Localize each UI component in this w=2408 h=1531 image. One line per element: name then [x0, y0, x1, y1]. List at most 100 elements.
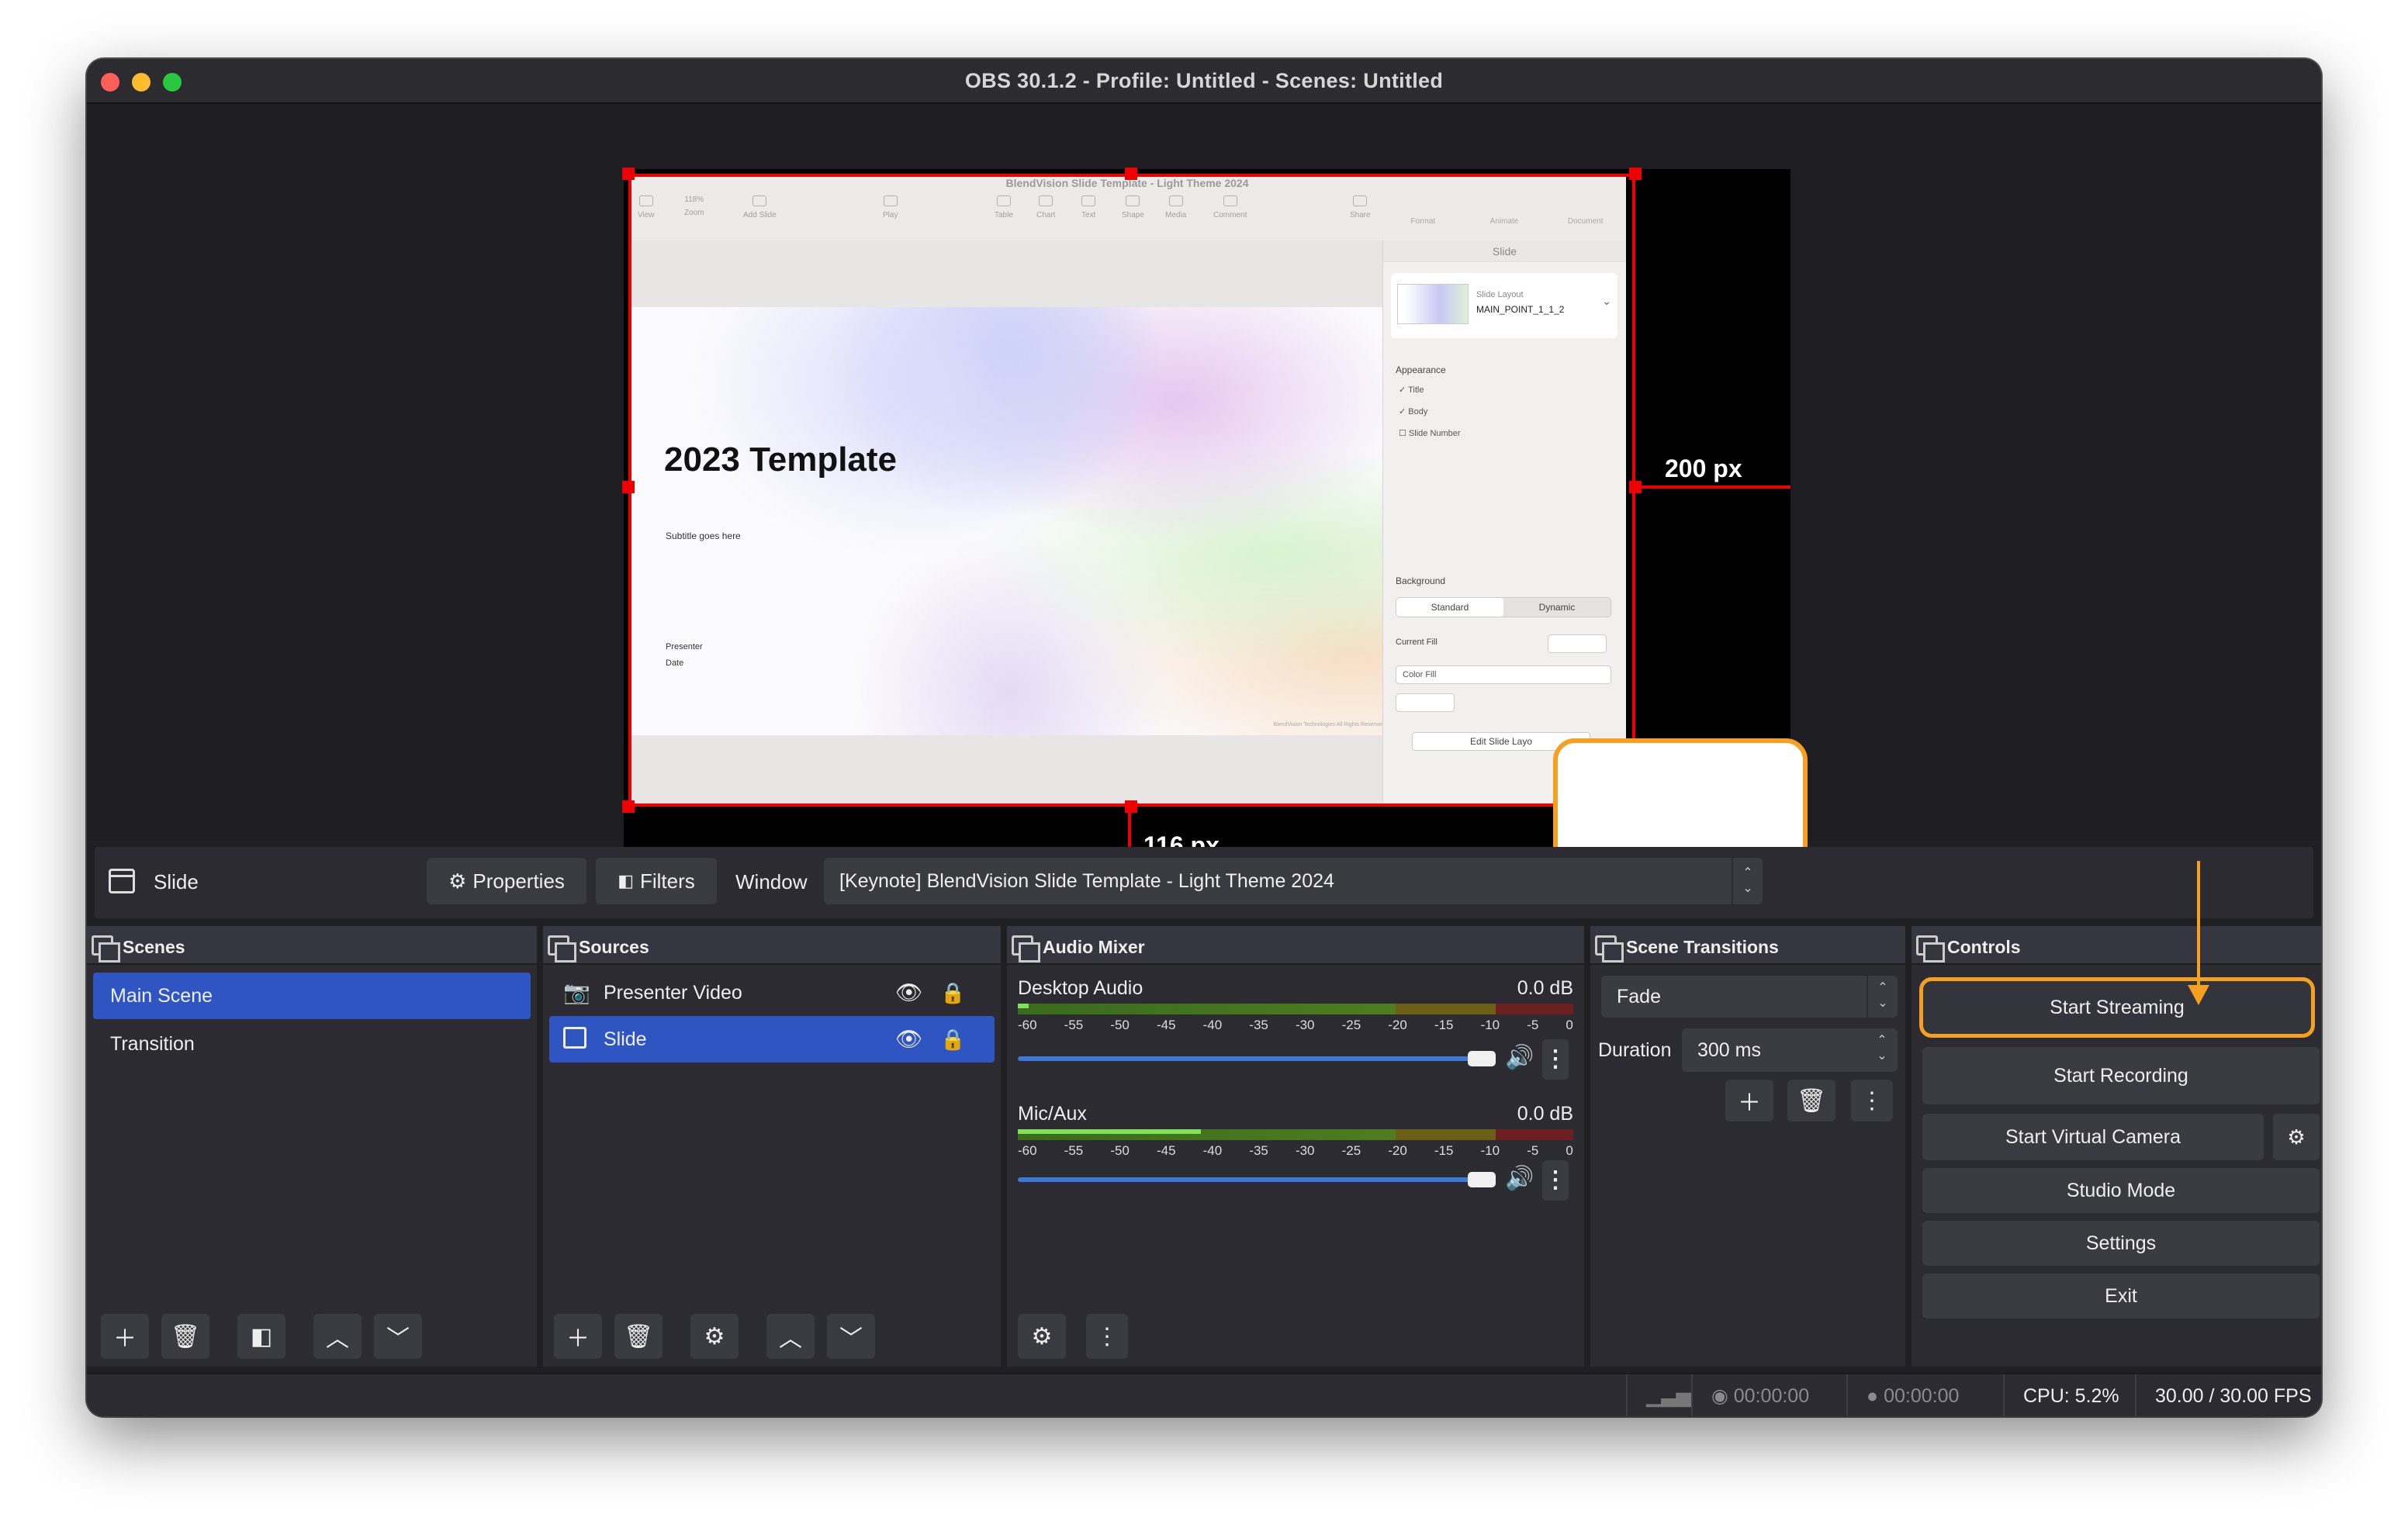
- volume-slider-knob[interactable]: [1468, 1051, 1496, 1066]
- keynote-inspector: Slide Slide Layout MAIN_POINT_1_1_2 ⌄ Ap…: [1382, 240, 1626, 807]
- add-source-button[interactable]: ＋: [554, 1314, 602, 1359]
- volume-slider[interactable]: [1018, 1177, 1485, 1182]
- preview-area[interactable]: BlendVision Slide Template - Light Theme…: [87, 105, 2321, 901]
- move-scene-up-button[interactable]: ︿: [313, 1314, 362, 1359]
- kn-animate-tab: Animate: [1489, 217, 1519, 226]
- move-scene-down-button[interactable]: ﹀: [374, 1314, 422, 1359]
- volume-meter: [1018, 1129, 1573, 1140]
- scene-filters-button[interactable]: ◧: [237, 1314, 285, 1359]
- resize-handle-b[interactable]: [1125, 800, 1137, 813]
- source-item[interactable]: Slide 👁 🔒: [549, 1016, 995, 1063]
- chevron-down-icon: ﹀: [839, 1326, 863, 1352]
- start-virtual-camera-button[interactable]: Start Virtual Camera: [1922, 1114, 2264, 1160]
- background-segment: Standard Dynamic: [1396, 597, 1611, 617]
- channel-menu-button[interactable]: ⋮: [1542, 1039, 1569, 1080]
- dock-icon: [92, 935, 120, 962]
- sources-title: Sources: [579, 937, 649, 957]
- audio-mixer-header: Audio Mixer: [1007, 926, 1584, 965]
- current-fill-box: [1548, 634, 1607, 653]
- window-label: Window: [735, 870, 808, 893]
- close-window-button[interactable]: [101, 73, 119, 92]
- chevron-down-icon: ⌄: [1602, 295, 1611, 307]
- resize-handle-tr[interactable]: [1629, 168, 1642, 180]
- add-scene-button[interactable]: ＋: [101, 1314, 149, 1359]
- mixer-menu-button[interactable]: ⋮: [1086, 1314, 1128, 1359]
- resize-handle-l[interactable]: [622, 481, 635, 493]
- properties-button[interactable]: ⚙ Properties: [427, 858, 586, 904]
- audio-mixer-title: Audio Mixer: [1043, 937, 1145, 957]
- move-source-down-button[interactable]: ﹀: [827, 1314, 875, 1359]
- transition-select[interactable]: Fade ⌃ ⌄: [1601, 976, 1898, 1018]
- obs-window: OBS 30.1.2 - Profile: Untitled - Scenes:…: [87, 59, 2321, 1416]
- slide-copyright: BlendVision Technologies All Rights Rese…: [1273, 722, 1384, 727]
- signal-icon: ▁▃▅: [1626, 1374, 1691, 1416]
- kn-shape-icon: Shape: [1122, 195, 1144, 219]
- broadcast-icon: ◉: [1711, 1385, 1728, 1407]
- scenes-title: Scenes: [123, 937, 185, 957]
- slide-presenter: Presenter Date: [666, 639, 703, 672]
- maximize-window-button[interactable]: [163, 73, 182, 92]
- source-item[interactable]: 📷 Presenter Video 👁 🔒: [549, 969, 995, 1016]
- kn-chart-icon: Chart: [1036, 195, 1055, 219]
- minimize-window-button[interactable]: [132, 73, 150, 92]
- resize-handle-bl[interactable]: [622, 800, 635, 813]
- start-recording-button[interactable]: Start Recording: [1922, 1047, 2320, 1104]
- date-text: Date: [666, 658, 684, 668]
- window-title: OBS 30.1.2 - Profile: Untitled - Scenes:…: [964, 68, 1444, 92]
- duration-label: Duration: [1598, 1039, 1672, 1061]
- remove-transition-button[interactable]: 🗑: [1787, 1080, 1835, 1121]
- plus-icon: ＋: [113, 1326, 137, 1352]
- kn-view-icon: View: [638, 195, 655, 219]
- settings-button[interactable]: Settings: [1922, 1221, 2320, 1266]
- transition-menu-button[interactable]: ⋮: [1851, 1080, 1893, 1121]
- volume-meter: [1018, 1004, 1573, 1014]
- source-toolbar: Slide ⚙ Properties ◧ Filters Window [Keyno…: [95, 847, 2313, 918]
- keynote-capture[interactable]: BlendVision Slide Template - Light Theme…: [628, 174, 1626, 807]
- color-fill-select: Color Fill: [1396, 665, 1611, 684]
- scene-item[interactable]: Transition: [93, 1021, 531, 1067]
- stepper-icon[interactable]: ⌃ ⌄: [1867, 1028, 1898, 1072]
- sources-header: Sources: [543, 926, 1001, 965]
- slide-subtitle: Subtitle goes here: [666, 530, 741, 541]
- studio-mode-button[interactable]: Studio Mode: [1922, 1168, 2320, 1213]
- speaker-icon[interactable]: 🔊: [1505, 1044, 1534, 1071]
- remove-source-button[interactable]: 🗑: [614, 1314, 663, 1359]
- kn-add-slide-icon: Add Slide: [743, 195, 777, 219]
- arrow-down-icon: [2188, 985, 2209, 1005]
- scene-item[interactable]: Main Scene: [93, 973, 531, 1019]
- speaker-icon[interactable]: 🔊: [1505, 1165, 1534, 1192]
- window-select[interactable]: [Keynote] BlendVision Slide Template - L…: [824, 858, 1763, 904]
- controls-dock: Controls Start Streaming Start Recording…: [1912, 926, 2321, 1367]
- duration-input[interactable]: 300 ms ⌃ ⌄: [1682, 1028, 1898, 1072]
- kn-document-tab: Document: [1567, 217, 1604, 226]
- volume-slider[interactable]: [1018, 1056, 1485, 1061]
- scenes-dock: Scenes Main Scene Transition ＋ 🗑 ◧ ︿ ﹀: [87, 926, 537, 1367]
- lock-icon[interactable]: 🔒: [940, 969, 965, 1016]
- record-status: ● 00:00:00: [1846, 1374, 2003, 1416]
- inspector-header: Slide: [1383, 240, 1626, 262]
- resize-handle-t[interactable]: [1125, 168, 1137, 180]
- window-controls: [101, 73, 182, 92]
- eye-icon[interactable]: 👁: [895, 969, 923, 1016]
- add-transition-button[interactable]: ＋: [1725, 1080, 1773, 1121]
- kn-zoom-icon: 118% Zoom: [684, 195, 704, 217]
- plus-icon: ＋: [566, 1326, 590, 1352]
- chevron-down-icon: ﹀: [386, 1326, 410, 1352]
- move-source-up-button[interactable]: ︿: [766, 1314, 815, 1359]
- advanced-audio-button[interactable]: ⚙: [1018, 1314, 1066, 1359]
- virtual-camera-settings-button[interactable]: ⚙: [2273, 1114, 2320, 1160]
- resize-handle-tl[interactable]: [622, 168, 635, 180]
- selected-source-name: Slide: [154, 870, 199, 893]
- volume-slider-knob[interactable]: [1468, 1172, 1496, 1187]
- filters-button[interactable]: ◧ Filters: [596, 858, 717, 904]
- source-properties-button[interactable]: ⚙: [690, 1314, 739, 1359]
- remove-scene-button[interactable]: 🗑: [161, 1314, 209, 1359]
- channel-menu-button[interactable]: ⋮: [1542, 1160, 1569, 1201]
- start-streaming-button[interactable]: Start Streaming: [1919, 977, 2315, 1038]
- stream-status: ◉ 00:00:00: [1691, 1374, 1846, 1416]
- eye-icon[interactable]: 👁: [895, 1016, 923, 1063]
- slide-layout-picker: Slide Layout MAIN_POINT_1_1_2 ⌄: [1391, 273, 1617, 338]
- lock-icon[interactable]: 🔒: [940, 1016, 965, 1063]
- filter-icon: ◧: [618, 871, 634, 890]
- exit-button[interactable]: Exit: [1922, 1274, 2320, 1318]
